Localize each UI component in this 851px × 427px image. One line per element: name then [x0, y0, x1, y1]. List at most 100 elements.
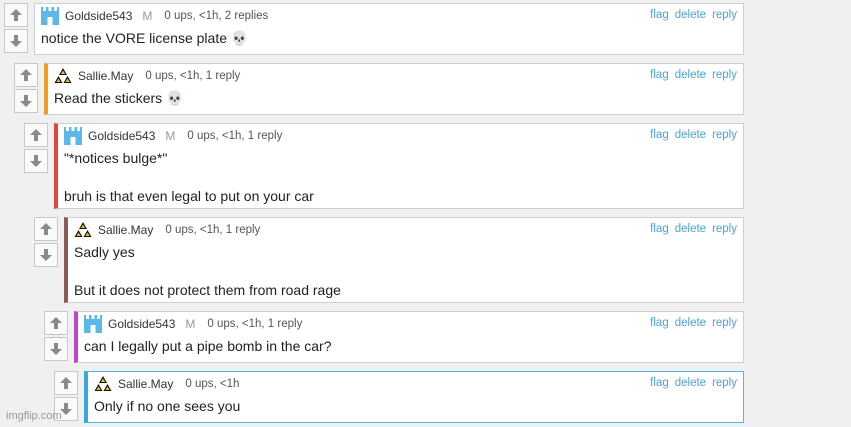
- comment: Goldside543 M 0 ups, <1h, 1 reply flag d…: [24, 123, 744, 209]
- comment-stats: 0 ups, <1h, 1 reply: [165, 224, 261, 236]
- upvote-button[interactable]: [4, 3, 28, 27]
- comment-text: Read the stickers: [54, 90, 163, 106]
- delete-link[interactable]: delete: [675, 317, 706, 329]
- flag-link[interactable]: flag: [650, 377, 669, 389]
- triforce-avatar-icon: [74, 222, 92, 237]
- reply-link[interactable]: reply: [712, 317, 737, 329]
- down-arrow-icon: [50, 343, 62, 355]
- comment-box: Sallie.May 0 ups, <1h flag delete reply …: [84, 371, 744, 423]
- reply-link[interactable]: reply: [712, 223, 737, 235]
- username[interactable]: Sallie.May: [118, 377, 173, 391]
- downvote-button[interactable]: [24, 149, 48, 173]
- vote-controls: [14, 63, 40, 113]
- comment-stats: 0 ups, <1h, 1 reply: [207, 318, 303, 330]
- comment-actions: flag delete reply: [650, 69, 737, 81]
- comment-body: notice the VORE license plate 💀: [41, 29, 735, 49]
- skull-emoji: 💀: [166, 91, 184, 107]
- skull-emoji: 💀: [230, 31, 249, 47]
- comment-text: can I legally put a pipe bomb in the car…: [84, 338, 332, 354]
- upvote-button[interactable]: [34, 217, 58, 241]
- username[interactable]: Goldside543: [65, 9, 132, 23]
- comment-body: Sadly yes But it does not protect them f…: [74, 243, 735, 300]
- imgflip-watermark: imgflip.com: [6, 410, 62, 422]
- comment-box: Goldside543 M 0 ups, <1h, 1 reply flag d…: [54, 123, 744, 209]
- mod-badge: M: [185, 317, 196, 331]
- comment-box: Goldside543 M 0 ups, <1h, 2 replies flag…: [34, 3, 744, 55]
- delete-link[interactable]: delete: [675, 223, 706, 235]
- downvote-button[interactable]: [14, 89, 38, 113]
- comment-text: Sadly yes: [74, 244, 135, 260]
- flag-link[interactable]: flag: [650, 129, 669, 141]
- up-arrow-icon: [40, 223, 52, 235]
- vote-controls: [44, 311, 70, 361]
- comment-actions: flag delete reply: [650, 377, 737, 389]
- comment-actions: flag delete reply: [650, 223, 737, 235]
- mod-badge: M: [142, 9, 153, 23]
- triforce-avatar-icon: [54, 68, 72, 83]
- comment: Goldside543 M 0 ups, <1h, 1 reply flag d…: [44, 311, 744, 363]
- delete-link[interactable]: delete: [675, 377, 706, 389]
- castle-avatar-icon: [41, 7, 59, 25]
- comment-actions: flag delete reply: [650, 9, 737, 21]
- comment-text: notice the VORE license plate: [41, 30, 227, 46]
- delete-link[interactable]: delete: [675, 129, 706, 141]
- downvote-button[interactable]: [44, 337, 68, 361]
- up-arrow-icon: [50, 317, 62, 329]
- down-arrow-icon: [20, 95, 32, 107]
- comment: Sallie.May 0 ups, <1h, 1 reply flag dele…: [14, 63, 744, 115]
- username[interactable]: Sallie.May: [98, 223, 153, 237]
- up-arrow-icon: [20, 69, 32, 81]
- comment-actions: flag delete reply: [650, 129, 737, 141]
- upvote-button[interactable]: [14, 63, 38, 87]
- castle-avatar-icon: [64, 127, 82, 145]
- up-arrow-icon: [30, 129, 42, 141]
- vote-controls: [4, 3, 30, 53]
- flag-link[interactable]: flag: [650, 317, 669, 329]
- comment-text: But it does not protect them from road r…: [74, 282, 341, 298]
- comment: Sallie.May 0 ups, <1h flag delete reply …: [54, 371, 744, 423]
- comment-body: "*notices bulge*" bruh is that even lega…: [64, 149, 735, 206]
- reply-link[interactable]: reply: [712, 69, 737, 81]
- upvote-button[interactable]: [24, 123, 48, 147]
- delete-link[interactable]: delete: [675, 69, 706, 81]
- comment-stats: 0 ups, <1h, 1 reply: [187, 130, 283, 142]
- comment-box: Goldside543 M 0 ups, <1h, 1 reply flag d…: [74, 311, 744, 363]
- castle-avatar-icon: [84, 315, 102, 333]
- upvote-button[interactable]: [54, 371, 78, 395]
- comment-stats: 0 ups, <1h, 2 replies: [164, 10, 269, 22]
- reply-link[interactable]: reply: [712, 9, 737, 21]
- down-arrow-icon: [10, 35, 22, 47]
- comment-box: Sallie.May 0 ups, <1h, 1 reply flag dele…: [44, 63, 744, 115]
- up-arrow-icon: [60, 377, 72, 389]
- downvote-button[interactable]: [4, 29, 28, 53]
- comment-box: Sallie.May 0 ups, <1h, 1 reply flag dele…: [64, 217, 744, 303]
- vote-controls: [34, 217, 60, 267]
- comment: Goldside543 M 0 ups, <1h, 2 replies flag…: [4, 3, 744, 55]
- comment-body: Only if no one sees you: [94, 397, 735, 416]
- username[interactable]: Goldside543: [88, 129, 155, 143]
- comment-stats: 0 ups, <1h, 1 reply: [145, 70, 241, 82]
- up-arrow-icon: [10, 9, 22, 21]
- flag-link[interactable]: flag: [650, 223, 669, 235]
- reply-link[interactable]: reply: [712, 129, 737, 141]
- comment-actions: flag delete reply: [650, 317, 737, 329]
- username[interactable]: Goldside543: [108, 317, 175, 331]
- mod-badge: M: [165, 129, 176, 143]
- comment-text: "*notices bulge*": [64, 150, 168, 166]
- comment-body: Read the stickers 💀: [54, 89, 735, 109]
- delete-link[interactable]: delete: [675, 9, 706, 21]
- username[interactable]: Sallie.May: [78, 69, 133, 83]
- reply-link[interactable]: reply: [712, 377, 737, 389]
- comment: Sallie.May 0 ups, <1h, 1 reply flag dele…: [34, 217, 744, 303]
- comment-thread: Goldside543 M 0 ups, <1h, 2 replies flag…: [0, 0, 851, 427]
- vote-controls: [24, 123, 50, 173]
- comment-text: bruh is that even legal to put on your c…: [64, 188, 314, 204]
- comment-body: can I legally put a pipe bomb in the car…: [84, 337, 735, 356]
- comment-text: Only if no one sees you: [94, 398, 241, 414]
- flag-link[interactable]: flag: [650, 9, 669, 21]
- downvote-button[interactable]: [34, 243, 58, 267]
- comment-stats: 0 ups, <1h: [185, 378, 240, 390]
- flag-link[interactable]: flag: [650, 69, 669, 81]
- down-arrow-icon: [40, 249, 52, 261]
- upvote-button[interactable]: [44, 311, 68, 335]
